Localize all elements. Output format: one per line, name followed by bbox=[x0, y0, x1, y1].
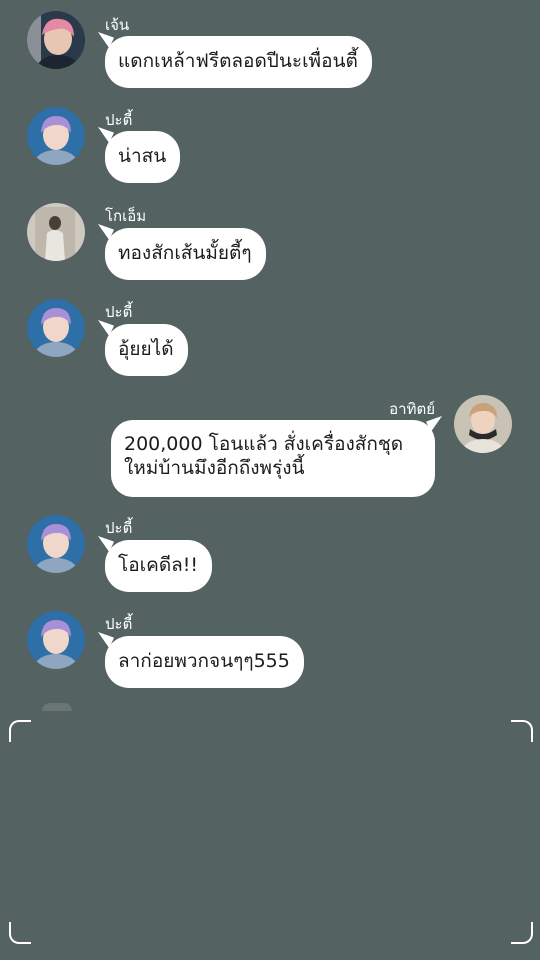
frame-corner-bottom-left bbox=[9, 922, 31, 944]
avatar[interactable] bbox=[27, 299, 85, 357]
avatar[interactable] bbox=[27, 203, 85, 261]
avatar-purple-hair-icon bbox=[27, 299, 85, 357]
avatar-purple-hair-icon bbox=[27, 515, 85, 573]
sender-name: เจ้น bbox=[105, 16, 130, 34]
message-bubble[interactable]: 200,000 โอนแล้ว สั่งเครื่องสักชุดใหม่บ้า… bbox=[111, 420, 435, 497]
sender-name: ปะตี้ bbox=[105, 303, 133, 321]
avatar-purple-hair-icon bbox=[27, 611, 85, 669]
message-bubble[interactable]: ลาก่อยพวกจนๆๆ555 bbox=[105, 636, 304, 688]
avatar[interactable] bbox=[27, 11, 85, 69]
frame-corner-bottom-right bbox=[511, 922, 533, 944]
message-bubble[interactable]: แดกเหล้าฟรีตลอดปีนะเพื่อนตี้ bbox=[105, 36, 372, 88]
avatar[interactable] bbox=[27, 107, 85, 165]
message-bubble[interactable]: อุ้ยยได้ bbox=[105, 324, 188, 376]
avatar-purple-hair-icon bbox=[27, 107, 85, 165]
avatar-pink-hair-icon bbox=[27, 11, 85, 69]
sender-name: โกเอ็ม bbox=[105, 207, 147, 225]
sender-name: ปะตี้ bbox=[105, 519, 133, 537]
sender-name: ปะตี้ bbox=[105, 111, 133, 129]
avatar[interactable] bbox=[27, 611, 85, 669]
message-bubble[interactable]: โอเคดีล!! bbox=[105, 540, 213, 592]
avatar[interactable] bbox=[27, 515, 85, 573]
partial-avatar bbox=[42, 703, 72, 711]
sender-name: ปะตี้ bbox=[105, 615, 133, 633]
frame-corner-top-right bbox=[511, 720, 533, 742]
avatar-headphones-icon bbox=[454, 395, 512, 453]
sender-name: อาทิตย์ bbox=[389, 400, 435, 418]
message-bubble[interactable]: ทองสักเส้นมั้ยตี้ๆ bbox=[105, 228, 266, 280]
message-bubble[interactable]: น่าสน bbox=[105, 131, 181, 183]
frame-corner-top-left bbox=[9, 720, 31, 742]
avatar-mirror-selfie-icon bbox=[27, 203, 85, 261]
avatar[interactable] bbox=[454, 395, 512, 453]
